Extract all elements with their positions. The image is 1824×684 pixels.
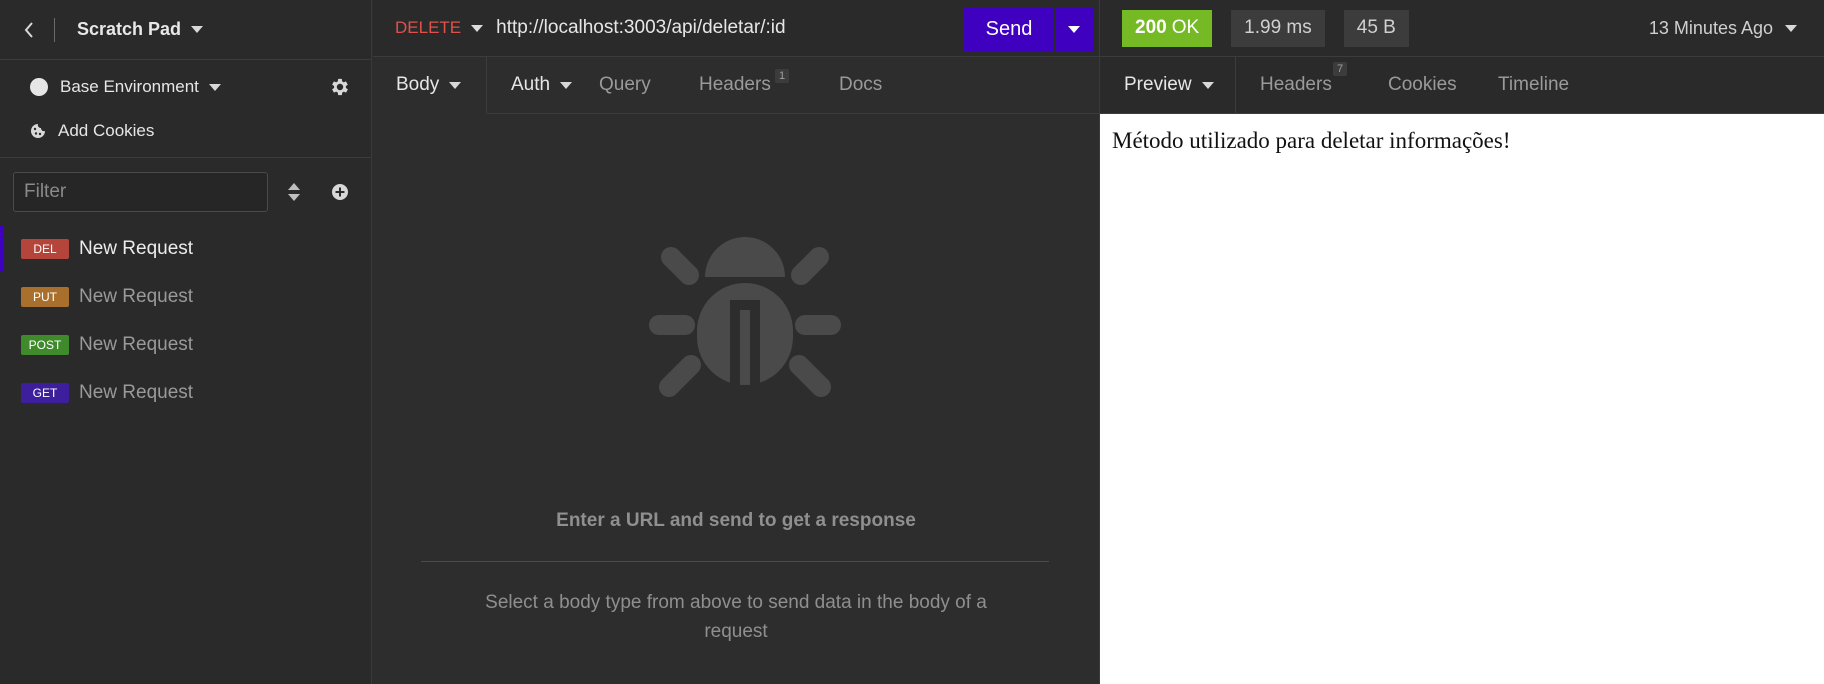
empty-state-description: Select a body type from above to send da… — [485, 592, 987, 642]
sidebar-request-item[interactable]: PUT New Request — [0, 274, 372, 320]
response-tabs: Preview Headers 7 Cookies Timeline — [1100, 57, 1824, 114]
tab-timeline[interactable]: Timeline — [1486, 57, 1569, 113]
workspace-title: Scratch Pad — [77, 19, 182, 39]
status-code: 200 — [1135, 17, 1167, 38]
response-preview: Método utilizado para deletar informaçõe… — [1100, 114, 1824, 684]
add-cookies-label: Add Cookies — [58, 121, 155, 140]
gear-icon[interactable] — [329, 76, 351, 98]
tab-query[interactable]: Query — [599, 57, 699, 113]
tab-cookies[interactable]: Cookies — [1370, 57, 1486, 113]
empty-state-title: Enter a URL and send to get a response — [556, 510, 916, 531]
status-badge: 200 OK — [1122, 9, 1213, 47]
send-options-button[interactable] — [1055, 7, 1093, 51]
history-label: 13 Minutes Ago — [1648, 18, 1773, 38]
response-status-bar: 200 OK 1.99 ms 45 B 13 Minutes Ago — [1100, 0, 1824, 57]
tab-body-label: Body — [396, 74, 440, 95]
method-badge: POST — [21, 335, 69, 355]
status-text: OK — [1171, 17, 1200, 38]
chevron-down-icon — [1785, 25, 1797, 32]
request-label: New Request — [79, 382, 194, 403]
chevron-down-icon — [560, 81, 573, 89]
method-badge: GET — [21, 383, 69, 403]
request-label: New Request — [79, 286, 194, 307]
headers-count-badge: 7 — [1333, 62, 1348, 76]
back-icon[interactable] — [18, 19, 40, 41]
response-time: 1.99 ms — [1231, 9, 1325, 47]
tab-query-label: Query — [599, 74, 651, 95]
chevron-down-icon — [1068, 25, 1080, 33]
tab-docs-label: Docs — [839, 74, 883, 95]
send-button[interactable]: Send — [964, 7, 1054, 51]
add-cookies-button[interactable]: Add Cookies — [30, 116, 154, 146]
environment-row: Base Environment — [30, 70, 351, 104]
method-badge: DEL — [21, 239, 69, 259]
chevron-down-icon — [208, 83, 221, 91]
tab-cookies-label: Cookies — [1388, 74, 1457, 95]
sidebar-request-item[interactable]: GET New Request — [0, 370, 372, 416]
sidebar-request-item[interactable]: POST New Request — [0, 322, 372, 368]
tab-response-headers-label: Headers — [1260, 74, 1332, 95]
tab-auth[interactable]: Auth — [487, 57, 599, 113]
cookie-icon — [31, 124, 45, 138]
method-badge: PUT — [21, 287, 69, 307]
url-bar: DELETE http://localhost:3003/api/deletar… — [373, 0, 1099, 57]
tab-body[interactable]: Body — [373, 57, 487, 114]
divider — [54, 17, 55, 42]
workspace-dropdown[interactable]: Scratch Pad — [77, 19, 204, 40]
tab-docs[interactable]: Docs — [839, 57, 882, 113]
sidebar: Scratch Pad Base Environment Add Cookies… — [0, 0, 372, 684]
chevron-down-icon — [191, 26, 204, 33]
filter-input[interactable] — [13, 172, 268, 212]
url-input[interactable]: http://localhost:3003/api/deletar/:id — [496, 17, 785, 39]
tab-preview[interactable]: Preview — [1100, 57, 1236, 113]
history-dropdown[interactable]: 13 Minutes Ago — [1649, 0, 1797, 57]
bug-icon — [649, 237, 841, 397]
divider — [421, 561, 1049, 562]
chevron-down-icon — [471, 24, 484, 32]
environment-color-icon — [30, 78, 48, 96]
divider — [0, 157, 372, 158]
headers-count-badge: 1 — [775, 69, 790, 83]
tab-auth-label: Auth — [511, 74, 551, 95]
request-pane: DELETE http://localhost:3003/api/deletar… — [373, 0, 1099, 684]
add-request-icon[interactable] — [330, 182, 350, 202]
method-dropdown[interactable]: DELETE — [373, 18, 484, 38]
chevron-down-icon — [1201, 81, 1214, 89]
request-label: New Request — [79, 334, 194, 355]
environment-label: Base Environment — [60, 77, 199, 96]
request-tabs: Body Auth Query Headers 1 Docs — [373, 57, 1099, 114]
response-pane: 200 OK 1.99 ms 45 B 13 Minutes Ago Previ… — [1099, 0, 1824, 684]
tab-headers-label: Headers — [699, 74, 771, 95]
environment-dropdown[interactable]: Base Environment — [60, 77, 221, 97]
sidebar-header: Scratch Pad — [0, 0, 371, 60]
request-label: New Request — [79, 238, 194, 259]
sort-icon[interactable] — [285, 181, 303, 203]
tab-timeline-label: Timeline — [1498, 74, 1570, 95]
response-body-text: Método utilizado para deletar informaçõe… — [1112, 128, 1511, 153]
chevron-down-icon — [449, 81, 462, 89]
tab-preview-label: Preview — [1124, 74, 1192, 95]
tab-headers[interactable]: Headers 1 — [699, 57, 839, 113]
method-label: DELETE — [395, 18, 462, 37]
sidebar-request-item[interactable]: DEL New Request — [0, 226, 372, 272]
response-size: 45 B — [1343, 9, 1409, 47]
tab-response-headers[interactable]: Headers 7 — [1236, 57, 1370, 113]
